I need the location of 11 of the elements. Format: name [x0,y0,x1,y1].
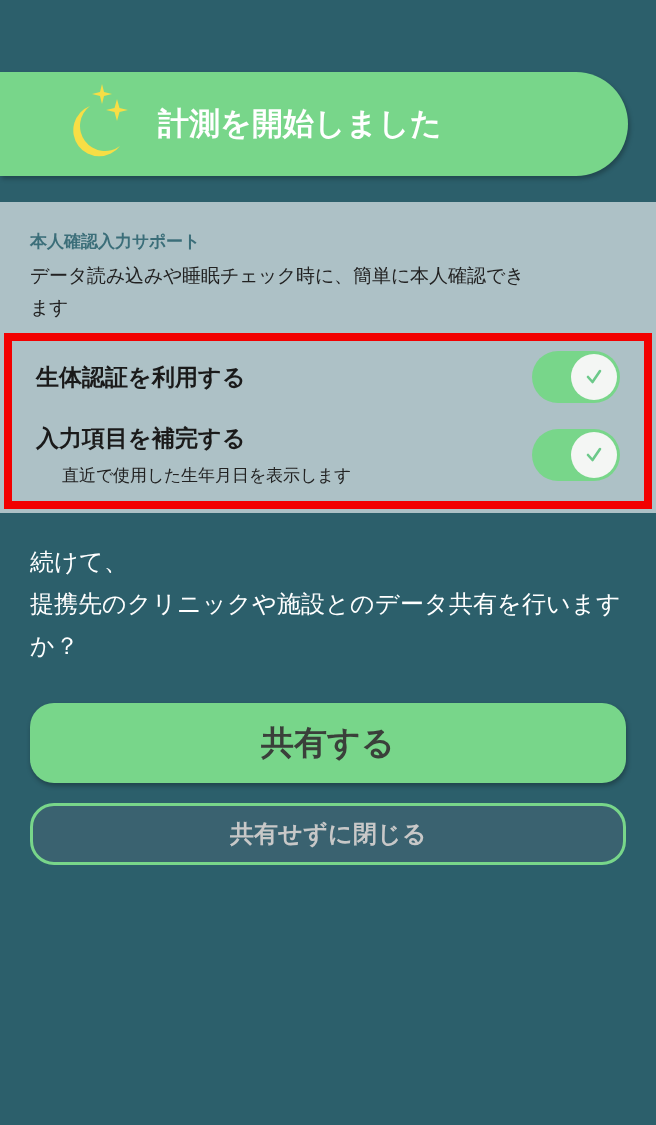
setting-label: 生体認証を利用する [36,362,246,392]
share-button[interactable]: 共有する [30,703,626,783]
setting-note: 直近で使用した生年月日を表示します [61,464,351,487]
toggle-switch[interactable] [532,429,620,481]
section-heading: 本人確認入力サポート [29,230,201,253]
section-description: データ読み込みや睡眠チェック時に、簡単に本人確認できます [29,263,525,320]
setting-label: 入力項目を補完する [36,424,247,453]
toggle-switch[interactable] [532,351,620,403]
close-button[interactable]: 共有せずに閉じる [30,803,626,865]
banner-title: 計測を開始しました [158,104,442,143]
question-text: 続けて、 提携先のクリニックや施設とのデータ共有を行いますか？ [30,547,622,662]
